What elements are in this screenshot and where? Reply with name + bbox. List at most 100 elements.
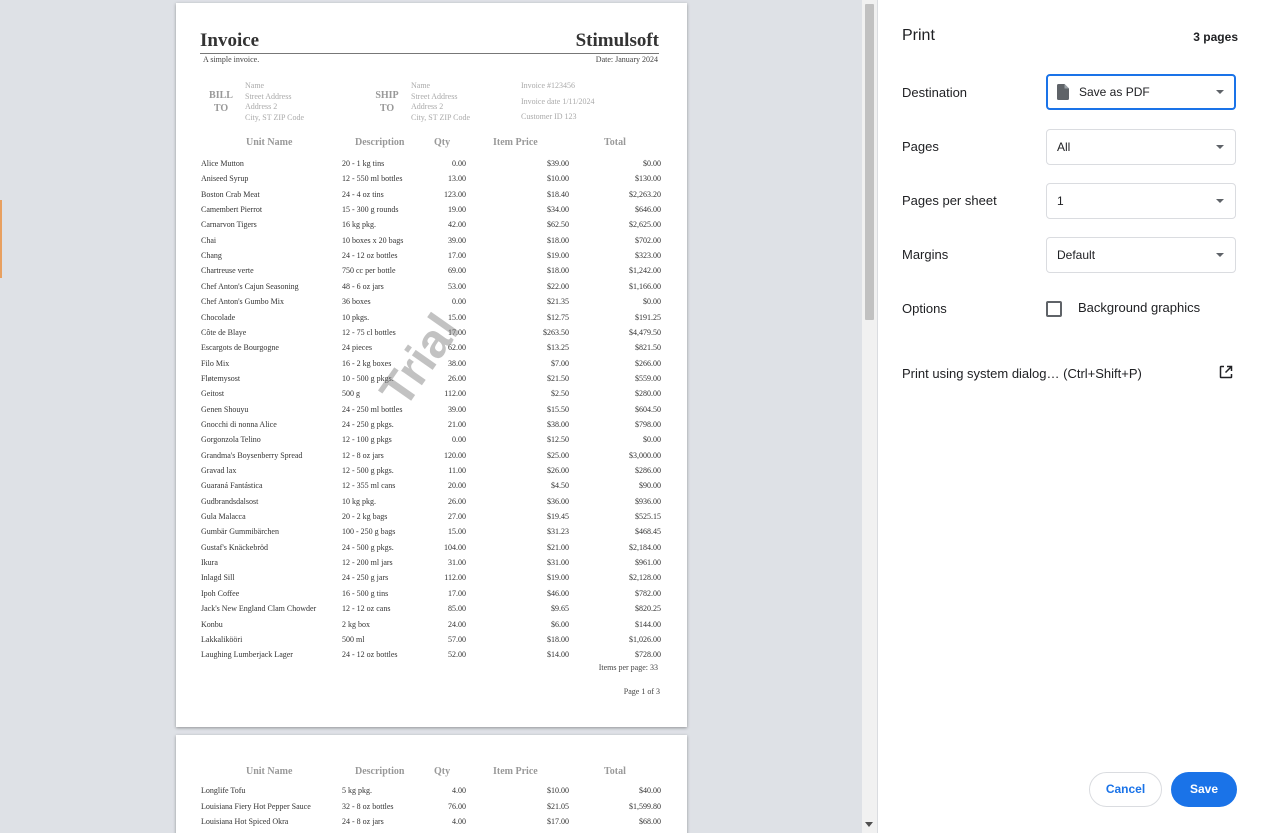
cell-item-price: $14.00	[547, 650, 569, 660]
cell-item-price: $21.05	[547, 801, 569, 811]
bill-address-line: Name	[245, 81, 265, 90]
table-row: Inlagd Sill 24 - 250 g jars 112.00 $19.00 $2…	[201, 573, 661, 588]
cell-qty: 42.00	[448, 220, 466, 230]
cell-unit-name: Carnarvon Tigers	[201, 220, 257, 230]
cell-item-price: $31.00	[547, 558, 569, 568]
cell-unit-name: Chai	[201, 235, 217, 245]
cell-item-price: $26.00	[547, 466, 569, 475]
cell-description: 10 pkgs.	[342, 312, 370, 322]
cell-description: 10 boxes x 20 bags	[342, 235, 404, 245]
cell-unit-name: Gula Malacca	[201, 512, 246, 522]
margins-value: Default	[1057, 248, 1096, 262]
cell-description: 100 - 250 g bags	[342, 527, 396, 537]
margins-select[interactable]: Default	[1046, 237, 1236, 273]
cell-qty: 26.00	[448, 373, 466, 383]
cell-item-price: $10.00	[547, 174, 569, 184]
pages-per-sheet-value: 1	[1057, 194, 1064, 208]
cell-unit-name: Louisiana Hot Spiced Okra	[201, 817, 289, 826]
cell-total: $821.50	[635, 343, 661, 353]
cell-total: $130.00	[635, 174, 661, 184]
cell-unit-name: Laughing Lumberjack Lager	[201, 650, 293, 660]
bill-address-line: City, ST ZIP Code	[245, 112, 305, 122]
cell-description: 12 - 500 g pkgs.	[342, 466, 394, 475]
background-graphics-checkbox[interactable]	[1046, 301, 1062, 317]
cell-qty: 39.00	[448, 235, 466, 245]
cancel-button[interactable]: Cancel	[1089, 772, 1162, 807]
caret-down-icon	[1216, 253, 1224, 257]
table-row: Gnocchi di nonna Alice 24 - 250 g pkgs. 21…	[201, 420, 661, 435]
cell-unit-name: Gustaf's Knäckebröd	[201, 542, 268, 552]
cell-description: 32 - 8 oz bottles	[342, 801, 394, 811]
cell-total: $798.00	[635, 419, 661, 429]
table-row: Konbu 2 kg box 24.00 $6.00 $144.00	[201, 620, 661, 635]
cell-description: 12 - 12 oz cans	[342, 604, 391, 614]
cell-item-price: $12.50	[547, 435, 569, 445]
cell-description: 16 kg pkg.	[342, 220, 376, 230]
cell-unit-name: Louisiana Fiery Hot Pepper Sauce	[201, 801, 311, 811]
cell-qty: 20.00	[448, 481, 466, 491]
cell-qty: 39.00	[448, 404, 466, 414]
table-row: Longlife Tofu 5 kg pkg. 4.00 $10.00 $40.00	[201, 786, 661, 801]
ship-address-line: Name	[411, 81, 431, 90]
cell-qty: 15.00	[448, 527, 466, 537]
cell-unit-name: Fløtemysost	[201, 373, 241, 383]
table-row: Grandma's Boysenberry Spread 12 - 8 oz ja…	[201, 451, 661, 466]
cell-total: $323.00	[635, 251, 661, 261]
ship-address-line: Street Address	[411, 91, 458, 101]
cell-qty: 17.00	[448, 588, 466, 598]
col-qty: Qty	[434, 766, 451, 777]
print-title: Print	[902, 27, 935, 44]
bill-address-line: Street Address	[245, 91, 292, 101]
cell-item-price: $17.00	[547, 817, 569, 826]
cell-description: 500 ml	[342, 634, 365, 644]
scroll-down-arrow-icon[interactable]	[865, 822, 873, 827]
cell-total: $2,625.00	[629, 220, 661, 230]
table-row: Aniseed Syrup 12 - 550 ml bottles 13.00 $10…	[201, 174, 661, 189]
cell-unit-name: Jack's New England Clam Chowder	[201, 604, 317, 614]
table-row: Chang 24 - 12 oz bottles 17.00 $19.00 $323.0…	[201, 251, 661, 266]
cell-unit-name: Gravad lax	[201, 466, 237, 475]
cell-qty: 0.00	[452, 435, 466, 445]
cell-qty: 112.00	[444, 573, 466, 583]
cell-item-price: $21.35	[547, 297, 569, 307]
cell-total: $961.00	[635, 558, 661, 568]
cell-unit-name: Chef Anton's Gumbo Mix	[201, 297, 284, 307]
print-settings-panel: Print 3 pages Destination Save as PDF Pa…	[878, 0, 1263, 833]
ship-to-label: SHIP TO	[375, 90, 399, 114]
pages-per-sheet-select[interactable]: 1	[1046, 183, 1236, 219]
cell-total: $604.50	[635, 404, 661, 414]
cell-description: 12 - 100 g pkgs	[342, 435, 392, 445]
cell-qty: 69.00	[448, 266, 466, 276]
cell-item-price: $263.50	[543, 327, 569, 337]
cell-description: 24 - 500 g pkgs.	[342, 542, 394, 552]
table-row: Chai 10 boxes x 20 bags 39.00 $18.00 $702.00	[201, 236, 661, 251]
save-button[interactable]: Save	[1171, 772, 1237, 807]
cell-unit-name: Konbu	[201, 619, 223, 629]
preview-scrollbar[interactable]	[862, 0, 877, 833]
system-dialog-link[interactable]: Print using system dialog… (Ctrl+Shift+P…	[902, 366, 1142, 381]
options-label: Options	[902, 301, 947, 316]
cell-item-price: $6.00	[551, 619, 569, 629]
cell-total: $728.00	[635, 650, 661, 660]
items-per-page: Items per page: 33	[598, 663, 658, 672]
cell-unit-name: Longlife Tofu	[201, 786, 246, 795]
cell-total: $90.00	[639, 481, 661, 491]
cell-unit-name: Filo Mix	[201, 358, 230, 368]
cell-unit-name: Camembert Pierrot	[201, 205, 263, 215]
pages-select[interactable]: All	[1046, 129, 1236, 165]
cell-item-price: $9.65	[551, 604, 569, 614]
cell-description: 20 - 2 kg bags	[342, 512, 388, 522]
col-unit-name: Unit Name	[246, 766, 293, 777]
cell-qty: 85.00	[448, 604, 466, 614]
table-row: Chef Anton's Cajun Seasoning 48 - 6 oz ja…	[201, 282, 661, 297]
caret-down-icon	[1216, 90, 1224, 94]
table-row: Escargots de Bourgogne 24 pieces 62.00 $13.…	[201, 343, 661, 358]
cell-description: 12 - 8 oz jars	[342, 450, 384, 460]
open-external-icon[interactable]	[1219, 365, 1233, 379]
pages-per-sheet-label: Pages per sheet	[902, 193, 997, 208]
background-graphics-label[interactable]: Background graphics	[1078, 300, 1200, 315]
destination-select[interactable]: Save as PDF	[1046, 74, 1236, 110]
scrollbar-thumb[interactable]	[865, 4, 874, 320]
cell-item-price: $21.50	[547, 373, 569, 383]
cell-qty: 21.00	[448, 419, 466, 429]
